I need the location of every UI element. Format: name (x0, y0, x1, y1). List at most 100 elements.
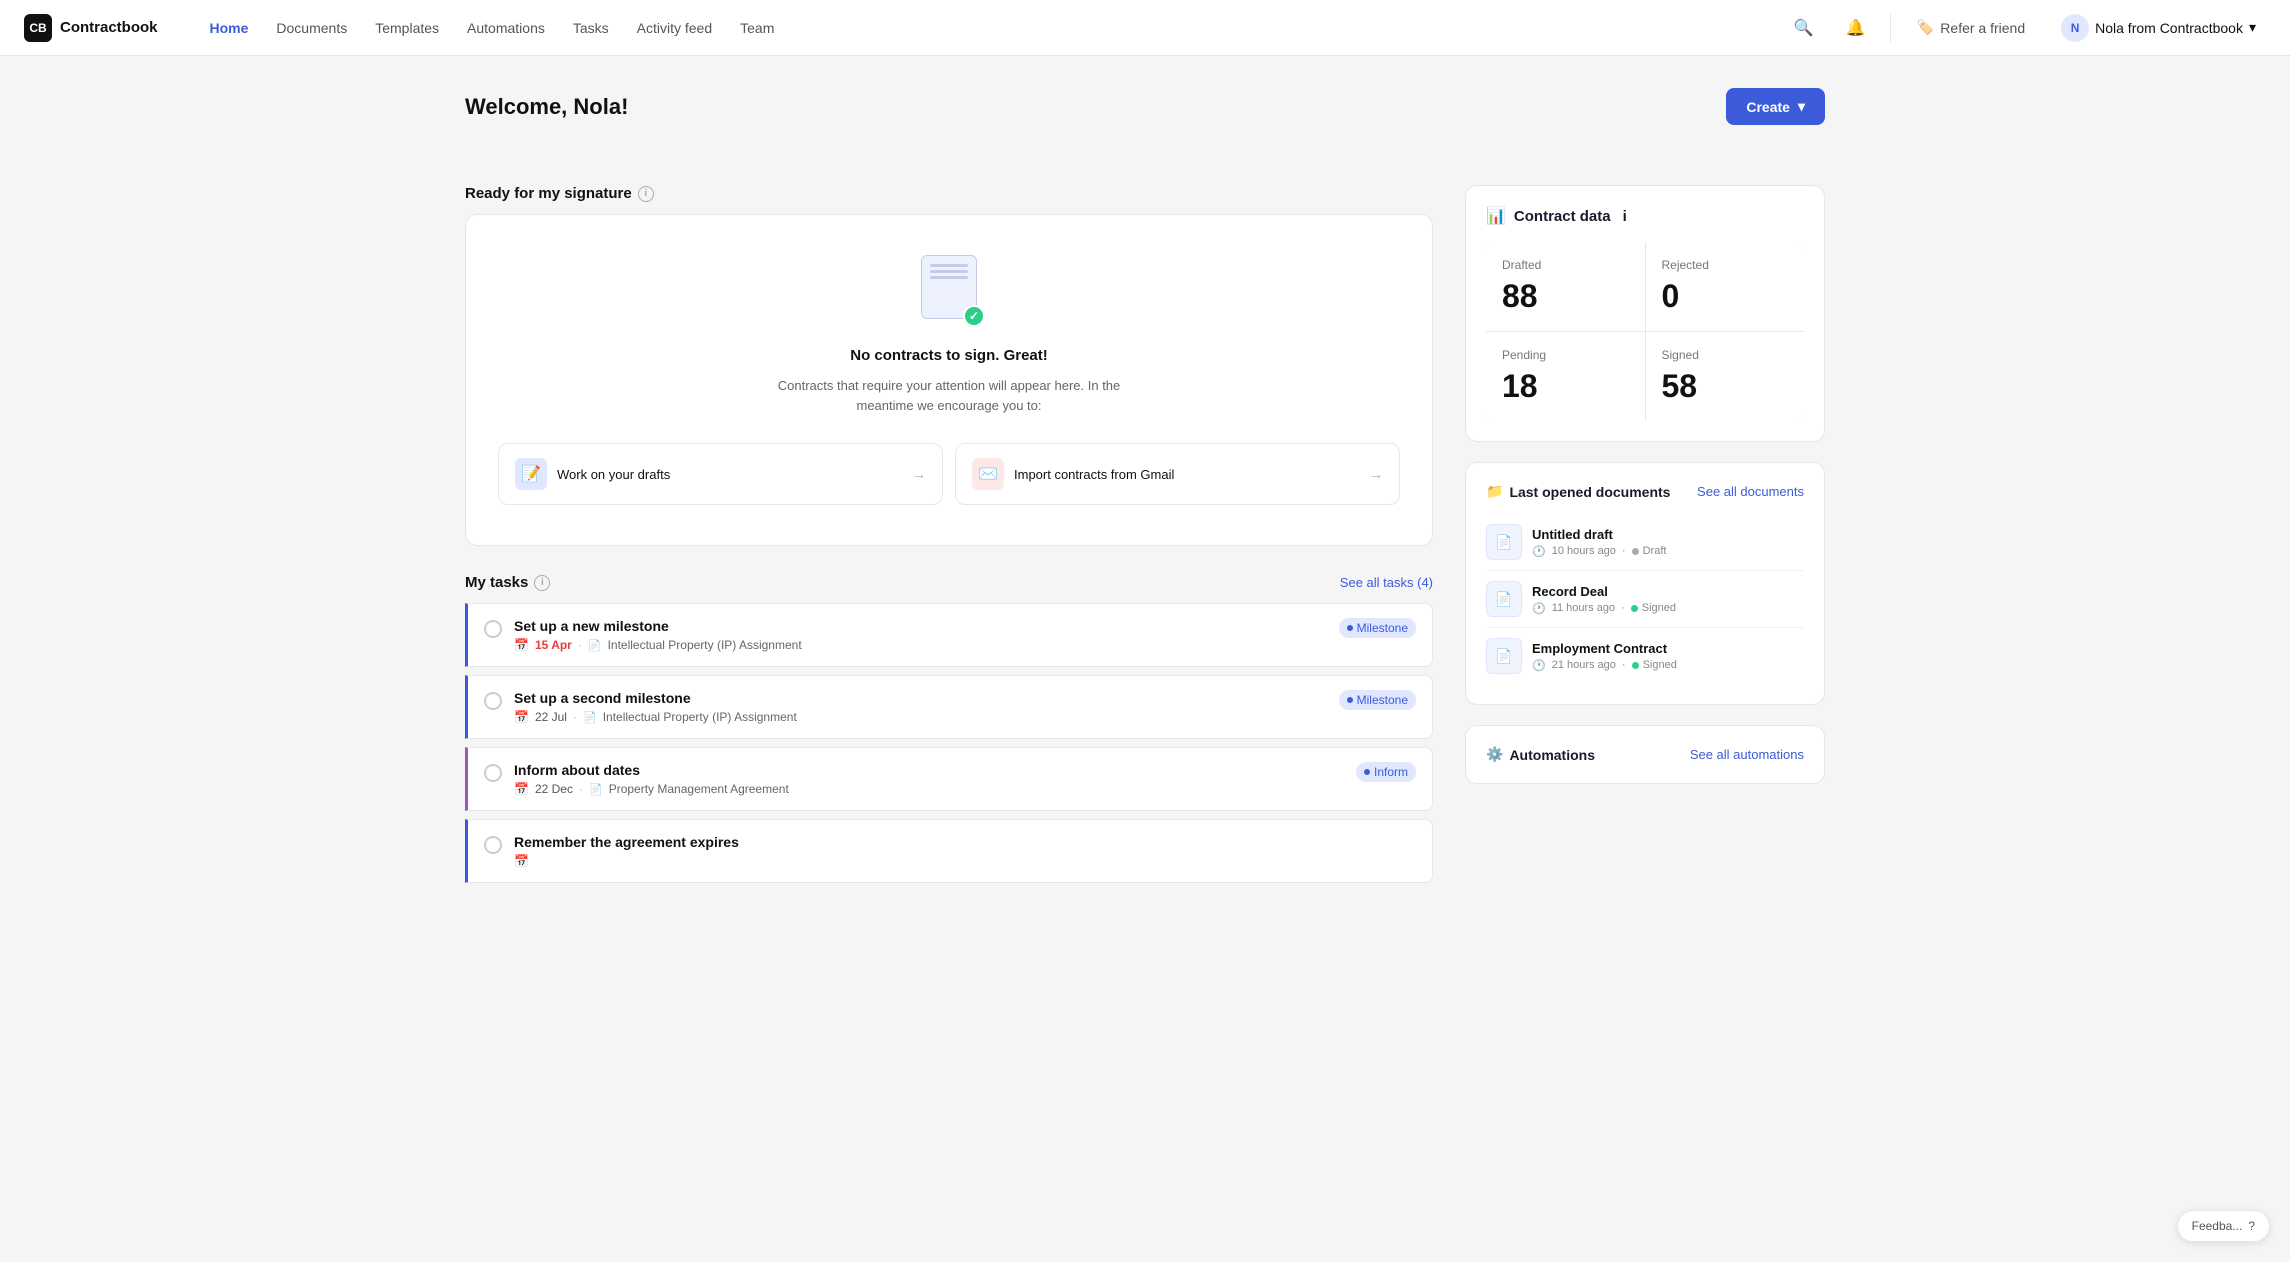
action-cards: 📝 Work on your drafts → ✉️ Import contra… (498, 443, 1400, 505)
task-date: 22 Jul (535, 710, 567, 724)
chevron-down-icon: ▾ (2249, 19, 2256, 36)
left-column: Ready for my signature i ✓ No contracts … (465, 185, 1433, 891)
doc-thumbnail: 📄 (1486, 638, 1522, 674)
chevron-down-icon: ▾ (1798, 98, 1805, 115)
ready-section-title: Ready for my signature i (465, 185, 654, 202)
nav-link-templates[interactable]: Templates (363, 14, 451, 42)
doc-thumbnail: 📄 (1486, 524, 1522, 560)
task-checkbox[interactable] (484, 836, 502, 854)
nav-link-documents[interactable]: Documents (264, 14, 359, 42)
contract-data-header: 📊 Contract data i (1486, 206, 1804, 226)
contract-data-info-icon[interactable]: i (1623, 208, 1627, 225)
see-all-tasks-link[interactable]: See all tasks (4) (1340, 575, 1433, 590)
gmail-label: Import contracts from Gmail (1014, 467, 1174, 482)
search-button[interactable]: 🔍 (1786, 10, 1822, 46)
task-date: 15 Apr (535, 638, 572, 652)
tasks-info-icon[interactable]: i (534, 575, 550, 591)
task-meta: 📅 (514, 854, 1416, 868)
task-title: Set up a new milestone (514, 618, 1327, 634)
see-all-automations-link[interactable]: See all automations (1690, 747, 1804, 762)
right-column: 📊 Contract data i Drafted 88 Rejected 0 … (1465, 185, 1825, 891)
doc-status-text: Signed (1642, 602, 1676, 614)
stat-label: Pending (1502, 348, 1629, 362)
doc-list-item[interactable]: 📄 Record Deal 🕐 11 hours ago · Signed (1486, 571, 1804, 628)
task-meta: 📅 22 Jul ·📄Intellectual Property (IP) As… (514, 710, 1327, 724)
doc-time: 10 hours ago (1552, 545, 1616, 557)
doc-meta: 🕐 21 hours ago · Signed (1532, 659, 1804, 672)
logo[interactable]: CB Contractbook (24, 14, 158, 42)
import-gmail-card[interactable]: ✉️ Import contracts from Gmail → (955, 443, 1400, 505)
nav-link-home[interactable]: Home (198, 14, 261, 42)
refer-friend-button[interactable]: 🏷️ Refer a friend (1907, 13, 2035, 42)
feedback-button[interactable]: Feedba... ? (2177, 1210, 2270, 1242)
user-avatar: N (2061, 14, 2089, 42)
ready-info-icon[interactable]: i (638, 186, 654, 202)
calendar-icon: 📅 (514, 782, 529, 796)
see-all-docs-link[interactable]: See all documents (1697, 484, 1804, 499)
logo-text: Contractbook (60, 19, 158, 36)
stat-cell: Pending 18 (1486, 332, 1645, 421)
notifications-button[interactable]: 🔔 (1838, 10, 1874, 46)
check-badge: ✓ (963, 305, 985, 327)
navbar: CB Contractbook HomeDocumentsTemplatesAu… (0, 0, 2290, 56)
stat-label: Rejected (1662, 258, 1789, 272)
task-checkbox[interactable] (484, 764, 502, 782)
task-title: Inform about dates (514, 762, 1344, 778)
doc-time: 11 hours ago (1552, 602, 1615, 614)
task-title: Remember the agreement expires (514, 834, 1416, 850)
status-dot (1632, 548, 1639, 555)
automations-header: ⚙️ Automations See all automations (1486, 746, 1804, 763)
task-checkbox[interactable] (484, 692, 502, 710)
nav-links: HomeDocumentsTemplatesAutomationsTasksAc… (198, 14, 1754, 42)
clock-icon: 🕐 (1532, 602, 1546, 615)
refer-label: Refer a friend (1940, 20, 2025, 36)
nav-link-automations[interactable]: Automations (455, 14, 557, 42)
doc-list-item[interactable]: 📄 Untitled draft 🕐 10 hours ago · Draft (1486, 514, 1804, 571)
contract-data-title: Contract data (1514, 208, 1611, 225)
status-dot (1632, 662, 1639, 669)
calendar-icon: 📅 (514, 638, 529, 652)
automations-title: ⚙️ Automations (1486, 746, 1595, 763)
create-label: Create (1746, 99, 1790, 115)
welcome-row: Welcome, Nola! Create ▾ (465, 88, 1825, 125)
docs-list: 📄 Untitled draft 🕐 10 hours ago · Draft … (1486, 514, 1804, 684)
doc-thumbnail: 📄 (1486, 581, 1522, 617)
stat-value: 18 (1502, 368, 1629, 405)
nav-link-team[interactable]: Team (728, 14, 786, 42)
arrow-right-icon-gmail: → (1369, 466, 1383, 482)
work-on-drafts-card[interactable]: 📝 Work on your drafts → (498, 443, 943, 505)
task-item: Set up a second milestone 📅 22 Jul ·📄Int… (465, 675, 1433, 739)
stat-value: 88 (1502, 278, 1629, 315)
task-badge: Inform (1356, 762, 1416, 782)
doc-status: Signed (1632, 659, 1677, 671)
task-item: Inform about dates 📅 22 Dec ·📄Property M… (465, 747, 1433, 811)
doc-meta: 🕐 10 hours ago · Draft (1532, 545, 1804, 558)
task-title: Set up a second milestone (514, 690, 1327, 706)
automations-card: ⚙️ Automations See all automations (1465, 725, 1825, 784)
calendar-icon: 📅 (514, 854, 529, 868)
user-menu-button[interactable]: N Nola from Contractbook ▾ (2051, 8, 2266, 48)
stat-label: Drafted (1502, 258, 1629, 272)
no-contracts-title: No contracts to sign. Great! (850, 347, 1048, 364)
folder-icon: 📁 (1486, 483, 1503, 500)
task-checkbox[interactable] (484, 620, 502, 638)
contract-data-card: 📊 Contract data i Drafted 88 Rejected 0 … (1465, 185, 1825, 442)
stat-cell: Rejected 0 (1646, 242, 1805, 331)
doc-status-text: Signed (1643, 659, 1677, 671)
signature-illustration: ✓ (913, 255, 985, 327)
nav-link-activity-feed[interactable]: Activity feed (625, 14, 724, 42)
main-content: Welcome, Nola! Create ▾ Ready for my sig… (425, 56, 1865, 923)
tasks-section-title: My tasks i (465, 574, 550, 591)
help-icon: ? (2248, 1219, 2255, 1233)
doc-status: Signed (1631, 602, 1676, 614)
nav-link-tasks[interactable]: Tasks (561, 14, 621, 42)
feedback-label: Feedba... (2192, 1219, 2243, 1233)
doc-list-item[interactable]: 📄 Employment Contract 🕐 21 hours ago · S… (1486, 628, 1804, 684)
ready-section-header: Ready for my signature i (465, 185, 1433, 202)
nav-right: 🔍 🔔 🏷️ Refer a friend N Nola from Contra… (1786, 8, 2266, 48)
doc-name: Record Deal (1532, 584, 1804, 599)
calendar-icon: 📅 (514, 710, 529, 724)
last-docs-card: 📁 Last opened documents See all document… (1465, 462, 1825, 705)
create-button[interactable]: Create ▾ (1726, 88, 1825, 125)
task-item: Set up a new milestone 📅 15 Apr ·📄Intell… (465, 603, 1433, 667)
